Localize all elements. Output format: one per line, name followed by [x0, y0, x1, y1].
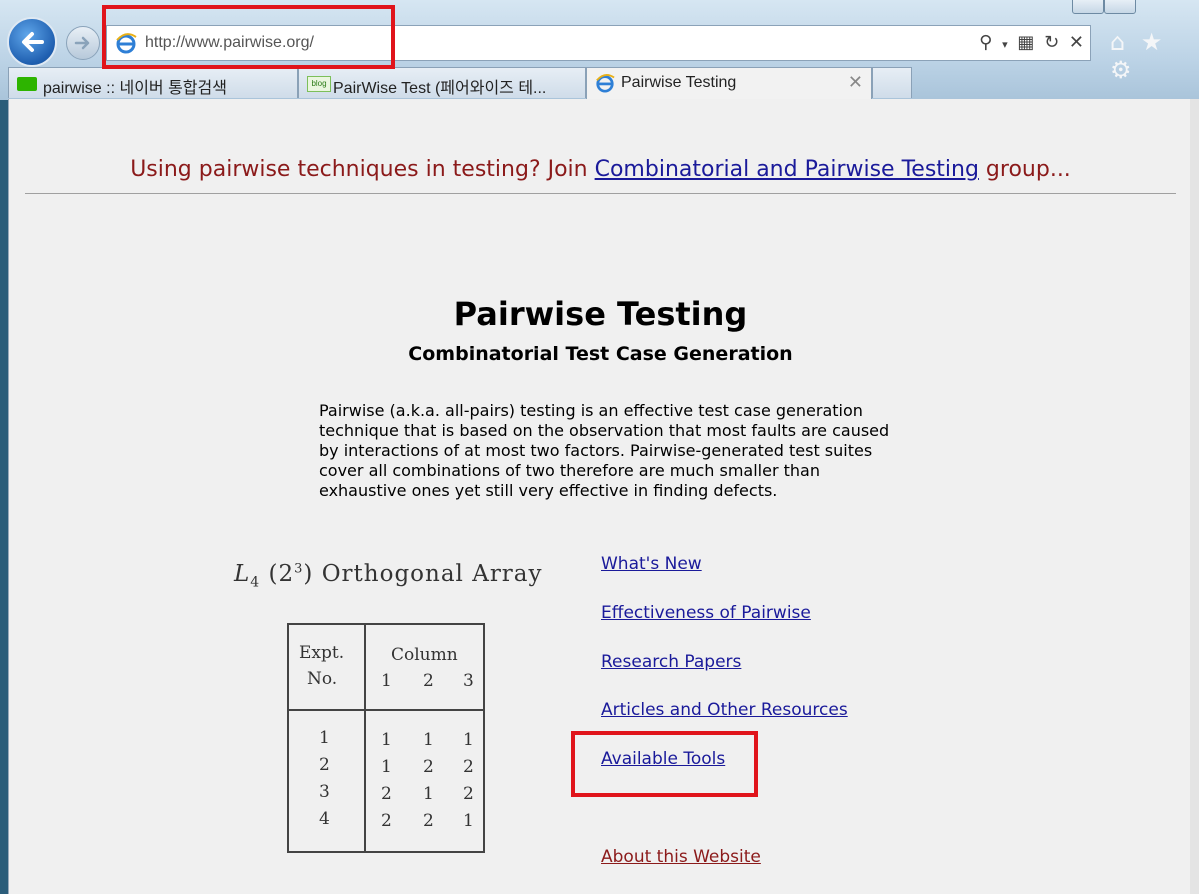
oa-title-mid: (2	[260, 561, 295, 587]
group-link[interactable]: Combinatorial and Pairwise Testing	[595, 157, 979, 182]
tab-blog[interactable]: blog PairWise Test (페어와이즈 테...	[298, 67, 586, 98]
stop-icon[interactable]: ✕	[1069, 32, 1084, 53]
oa-header-expt: Expt.	[299, 643, 345, 663]
oa-divider-horizontal	[289, 709, 483, 711]
compat-view-icon[interactable]: ▦	[1017, 32, 1034, 53]
group-notice: Using pairwise techniques in testing? Jo…	[9, 157, 1192, 182]
settings-gear-icon[interactable]: ⚙	[1110, 56, 1132, 84]
ie-icon	[596, 74, 615, 93]
tab-label: PairWise Test (페어와이즈 테...	[333, 80, 547, 97]
divider	[25, 193, 1176, 194]
link-effectiveness[interactable]: Effectiveness of Pairwise	[601, 603, 811, 623]
oa-cell-value: 1	[463, 811, 474, 831]
refresh-icon[interactable]: ↻	[1044, 32, 1059, 53]
oa-row-no: 4	[319, 809, 330, 829]
oa-cell-value: 2	[463, 784, 474, 804]
link-whats-new[interactable]: What's New	[601, 554, 702, 574]
page-title: Pairwise Testing	[453, 295, 748, 333]
orthogonal-array-title: L4 (23) Orthogonal Array	[234, 561, 543, 591]
oa-cell-value: 1	[423, 730, 434, 750]
oa-row-no: 1	[319, 728, 330, 748]
search-icon[interactable]: ⚲	[979, 32, 992, 53]
oa-col-num: 2	[423, 671, 434, 691]
link-research-papers[interactable]: Research Papers	[601, 652, 741, 672]
favorites-star-icon[interactable]: ★	[1141, 28, 1163, 56]
link-about[interactable]: About this Website	[601, 847, 761, 867]
intro-paragraph: Pairwise (a.k.a. all-pairs) testing is a…	[319, 401, 890, 500]
link-articles[interactable]: Articles and Other Resources	[601, 700, 848, 720]
oa-cell-value: 1	[463, 730, 474, 750]
oa-cell-value: 2	[463, 757, 474, 777]
forward-button[interactable]	[66, 26, 100, 60]
minimize-button[interactable]	[1072, 0, 1104, 14]
notice-text-end: group...	[978, 157, 1071, 182]
oa-cell-value: 2	[381, 811, 392, 831]
maximize-button[interactable]	[1104, 0, 1136, 14]
naver-icon	[17, 77, 37, 91]
oa-title-sub: 4	[250, 574, 261, 591]
oa-cell-value: 2	[423, 757, 434, 777]
tab-naver[interactable]: pairwise :: 네이버 통합검색	[8, 67, 298, 98]
back-arrow-icon	[22, 32, 44, 52]
tab-label: Pairwise Testing	[621, 74, 737, 91]
oa-cell-value: 1	[381, 730, 392, 750]
home-icon[interactable]: ⌂	[1110, 28, 1125, 56]
oa-title-l: L	[234, 561, 251, 587]
forward-arrow-icon	[74, 36, 90, 50]
back-button[interactable]	[7, 17, 57, 67]
oa-cell-value: 1	[423, 784, 434, 804]
notice-text: Using pairwise techniques in testing? Jo…	[130, 157, 595, 182]
oa-title-rest: ) Orthogonal Array	[303, 561, 543, 587]
highlight-box-tools	[571, 731, 758, 797]
oa-row-no: 2	[319, 755, 330, 775]
page-subtitle: Combinatorial Test Case Generation	[408, 343, 793, 365]
oa-row-no: 3	[319, 782, 330, 802]
oa-divider-vertical	[364, 625, 366, 851]
address-tools: ⚲ ▾ ▦ ↻ ✕	[975, 32, 1084, 53]
orthogonal-array-table: Expt. No. Column 1 2 3 1 1 1 1 2 1 2 2 3…	[287, 623, 485, 853]
oa-col-num: 3	[463, 671, 474, 691]
oa-title-sup: 3	[294, 561, 304, 577]
browser-toolbar: ⌂ ★ ⚙	[1110, 28, 1199, 84]
tab-pairwise-testing[interactable]: Pairwise Testing ✕	[586, 67, 872, 100]
dropdown-icon[interactable]: ▾	[1002, 38, 1008, 51]
oa-cell-value: 1	[381, 757, 392, 777]
oa-cell-value: 2	[381, 784, 392, 804]
oa-col-num: 1	[381, 671, 392, 691]
new-tab-button[interactable]	[872, 67, 912, 98]
scrollbar[interactable]	[1190, 99, 1199, 894]
tab-label: pairwise :: 네이버 통합검색	[43, 80, 227, 97]
highlight-box-url	[102, 5, 395, 69]
oa-cell-value: 2	[423, 811, 434, 831]
close-tab-icon[interactable]: ✕	[848, 72, 863, 93]
oa-header-column: Column	[391, 645, 458, 665]
blog-icon: blog	[307, 76, 331, 92]
oa-header-no: No.	[307, 669, 338, 689]
